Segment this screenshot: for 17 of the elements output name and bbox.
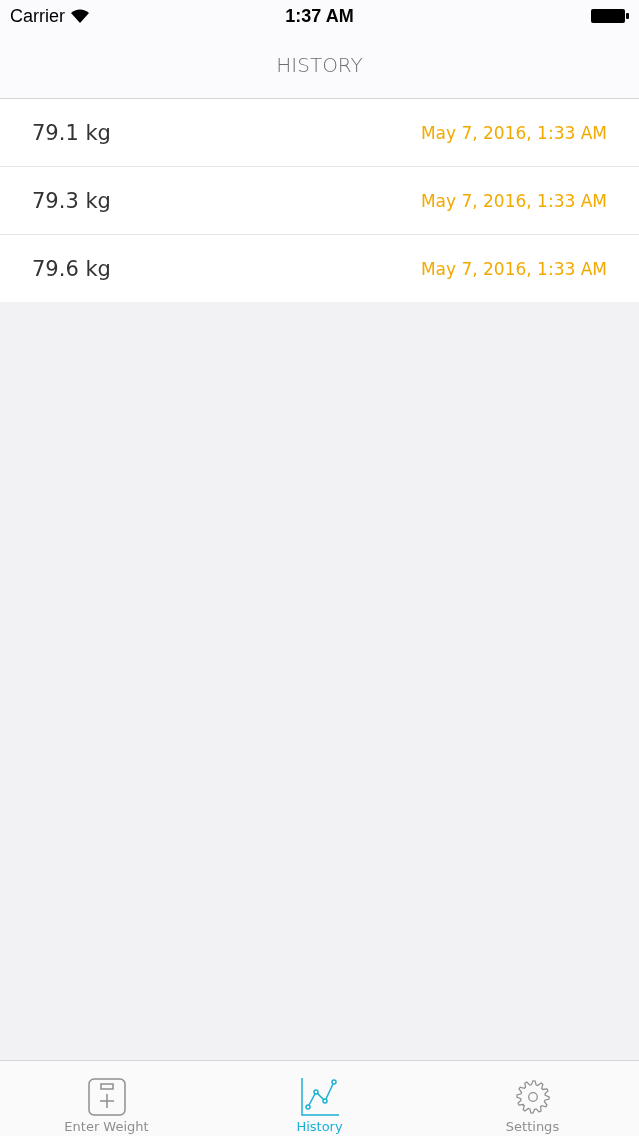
tab-item[interactable]: Enter Weight: [0, 1061, 213, 1136]
carrier-name: Carrier: [10, 5, 65, 27]
weight-value: 79.1 kg: [32, 120, 111, 145]
weight-value: 79.3 kg: [32, 188, 111, 213]
tab-item[interactable]: Settings: [426, 1061, 639, 1136]
status-time: 1:37 AM: [285, 5, 354, 26]
battery-icon: [591, 8, 629, 24]
wifi-icon: [71, 9, 89, 23]
line-chart-icon: [300, 1078, 339, 1116]
settings-icon: [513, 1078, 552, 1116]
nav-title: HISTORY: [276, 53, 363, 77]
entry-date: May 7, 2016, 1:33 AM: [420, 190, 607, 211]
weight-value: 79.6 kg: [32, 256, 111, 281]
entry-date: May 7, 2016, 1:33 AM: [420, 258, 607, 279]
entry-date: May 7, 2016, 1:33 AM: [420, 122, 607, 143]
scale-plus-icon: [87, 1078, 126, 1116]
tab-item[interactable]: History: [213, 1061, 426, 1136]
